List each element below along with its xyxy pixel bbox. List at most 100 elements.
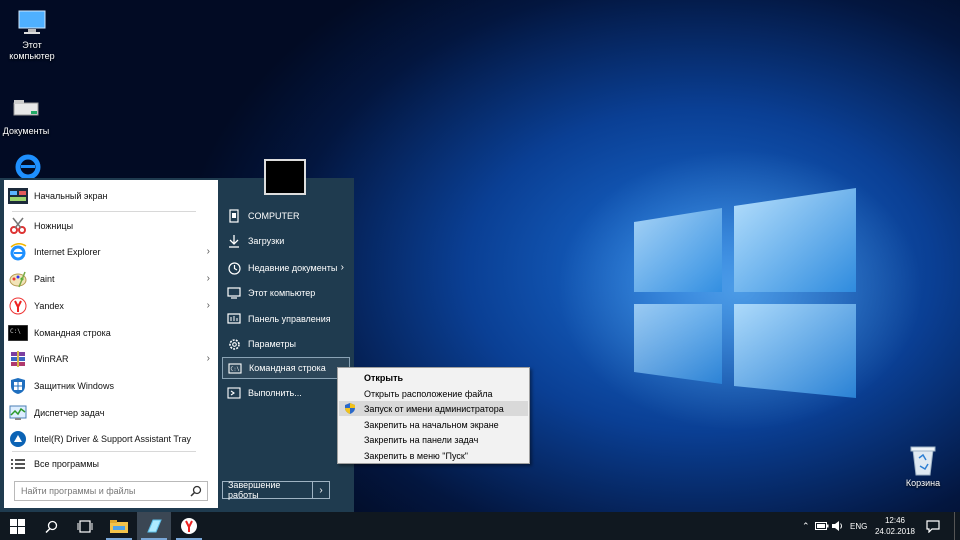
shutdown-button[interactable]: Завершение работы ›	[222, 480, 330, 500]
start-right-control-panel[interactable]: Панель управления	[222, 308, 350, 330]
start-right-this-pc[interactable]: Этот компьютер	[222, 282, 350, 304]
desktop-icon-label: Этот компьютер	[9, 40, 55, 61]
desktop-icon-this-pc[interactable]: Этот компьютер	[2, 6, 62, 62]
app-label: Защитник Windows	[34, 381, 114, 391]
app-command-prompt[interactable]: C:\ Командная строка	[8, 320, 214, 346]
folder-documents-icon	[9, 92, 43, 124]
context-menu-pin-taskbar[interactable]: Закрепить на панели задач	[339, 432, 528, 447]
app-label: WinRAR	[34, 354, 69, 364]
download-icon	[226, 233, 242, 249]
app-snipping-tool[interactable]: Ножницы	[8, 213, 214, 239]
all-programs-button[interactable]: Все программы	[8, 453, 214, 475]
chevron-up-icon: ⌃	[802, 520, 810, 531]
internet-explorer-icon	[8, 242, 28, 262]
app-label: Диспетчер задач	[34, 408, 105, 418]
app-intel-driver-assistant[interactable]: Intel(R) Driver & Support Assistant Tray	[8, 426, 214, 452]
tray-volume[interactable]	[832, 512, 844, 540]
recycle-bin-label: Корзина	[905, 478, 941, 488]
divider	[12, 451, 196, 452]
windows-wallpaper-logo	[634, 188, 856, 398]
chevron-right-icon[interactable]: ›	[207, 273, 210, 284]
start-right-recent-documents[interactable]: Недавние документы ›	[222, 257, 350, 279]
start-right-settings[interactable]: Параметры	[222, 333, 350, 355]
context-menu-run-as-admin[interactable]: Запуск от имени администратора	[339, 401, 528, 416]
taskbar-yandex-browser[interactable]	[172, 512, 206, 540]
taskbar-search-button[interactable]	[34, 512, 68, 540]
paint-palette-icon	[8, 269, 28, 289]
intel-assistant-icon	[8, 429, 28, 449]
yandex-icon	[8, 296, 28, 316]
context-menu-open-file-location[interactable]: Открыть расположение файла	[339, 386, 528, 401]
all-programs-label: Все программы	[34, 459, 100, 469]
clock-icon	[226, 260, 242, 276]
tray-show-hidden-icons[interactable]: ⌃	[802, 512, 810, 540]
app-label: Internet Explorer	[34, 247, 101, 257]
run-icon	[226, 385, 242, 401]
context-menu-open[interactable]: Открыть	[339, 370, 528, 385]
task-view-icon	[77, 519, 93, 533]
clock-time: 12:46	[884, 516, 906, 525]
start-menu: Начальный экран Ножницы Internet Explore…	[0, 159, 354, 512]
shield-windows-icon	[8, 376, 28, 396]
taskbar-app-window[interactable]	[137, 512, 171, 540]
gear-icon	[226, 336, 242, 352]
app-label: Начальный экран	[34, 191, 108, 201]
context-menu-pin-start-menu[interactable]: Закрепить в меню "Пуск"	[339, 448, 528, 463]
chevron-right-icon[interactable]: ›	[313, 485, 329, 496]
chevron-right-icon[interactable]: ›	[341, 262, 344, 273]
context-menu: Открыть Открыть расположение файла Запус…	[337, 367, 530, 464]
app-winrar[interactable]: WinRAR ›	[8, 346, 214, 372]
start-right-label: Недавние документы	[248, 263, 338, 273]
app-task-manager[interactable]: Диспетчер задач	[8, 400, 214, 426]
tray-language[interactable]: ENG	[850, 512, 867, 540]
desktop-icon-recycle-bin[interactable]: Корзина	[896, 444, 950, 488]
recycle-bin-icon	[908, 444, 938, 476]
chevron-right-icon[interactable]: ›	[207, 246, 210, 257]
yandex-icon	[181, 518, 197, 534]
start-button[interactable]	[0, 512, 34, 540]
app-yandex[interactable]: Yandex ›	[8, 293, 214, 319]
app-paint[interactable]: Paint ›	[8, 266, 214, 292]
app-label: Yandex	[34, 301, 64, 311]
cmd-icon: C:\	[8, 323, 28, 343]
start-screen-icon	[8, 186, 28, 206]
start-right-downloads[interactable]: Загрузки	[222, 230, 350, 252]
context-menu-pin-start[interactable]: Закрепить на начальном экране	[339, 417, 528, 432]
chevron-right-icon[interactable]: ›	[207, 353, 210, 364]
start-right-command-prompt[interactable]: C:\ Командная строка	[222, 357, 350, 379]
start-right-run[interactable]: Выполнить...	[222, 382, 350, 404]
tray-battery[interactable]	[815, 512, 829, 540]
app-label: Ножницы	[34, 221, 74, 231]
app-label: Paint	[34, 274, 55, 284]
start-right-user-folder[interactable]: COMPUTER	[222, 205, 350, 227]
app-windows-defender[interactable]: Защитник Windows	[8, 373, 214, 399]
show-desktop-button[interactable]	[954, 512, 960, 540]
windows-start-icon	[9, 518, 25, 534]
taskbar-clock[interactable]: 12:46 24.02.2018	[872, 515, 918, 537]
app-start-screen[interactable]: Начальный экран	[8, 183, 214, 209]
taskbar-file-explorer[interactable]	[102, 512, 136, 540]
context-menu-label: Открыть	[364, 372, 404, 383]
divider	[12, 211, 196, 212]
desktop-icon-documents[interactable]: Документы	[0, 92, 56, 137]
start-right-label: Параметры	[248, 339, 296, 349]
search-placeholder: Найти программы и файлы	[21, 486, 136, 496]
chevron-right-icon[interactable]: ›	[207, 300, 210, 311]
search-icon	[44, 520, 57, 533]
app-label: Intel(R) Driver & Support Assistant Tray	[34, 434, 192, 444]
battery-icon	[815, 522, 829, 530]
context-menu-label: Запуск от имени администратора	[364, 403, 504, 414]
task-view-button[interactable]	[68, 512, 102, 540]
start-right-label: Этот компьютер	[248, 288, 316, 298]
cmd-icon: C:\	[227, 360, 243, 376]
app-internet-explorer[interactable]: Internet Explorer ›	[8, 239, 214, 265]
context-menu-label: Закрепить на начальном экране	[364, 419, 499, 430]
list-icon	[8, 454, 28, 474]
shutdown-label: Завершение работы	[223, 480, 313, 500]
scissors-icon	[8, 216, 28, 236]
start-right-label: Панель управления	[248, 314, 331, 324]
context-menu-label: Закрепить в меню "Пуск"	[364, 450, 468, 461]
start-right-label: COMPUTER	[248, 211, 300, 221]
search-input[interactable]: Найти программы и файлы	[14, 481, 208, 501]
action-center-button[interactable]	[926, 512, 940, 540]
